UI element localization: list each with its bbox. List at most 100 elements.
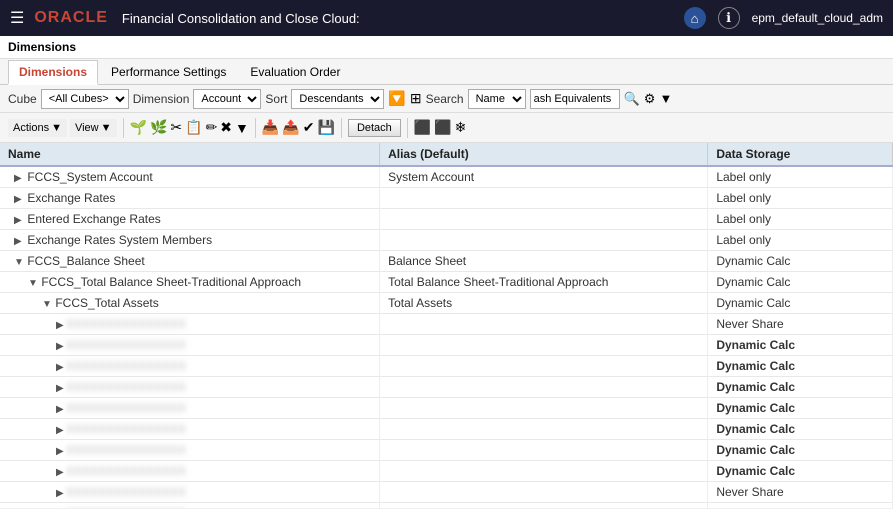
separator1 (123, 118, 124, 138)
cell-alias (380, 230, 708, 251)
tab-performance[interactable]: Performance Settings (100, 60, 237, 83)
cell-alias (380, 398, 708, 419)
cell-name: XXXXXXXXXXXXXXX (0, 377, 380, 398)
tree-arrow[interactable] (42, 299, 52, 310)
cell-alias (380, 503, 708, 509)
tree-arrow[interactable] (56, 446, 66, 457)
col-header-alias: Alias (Default) (380, 143, 708, 166)
info-icon[interactable]: ℹ (718, 7, 740, 29)
table-row[interactable]: Exchange Rates System Members Label only (0, 230, 893, 251)
tree-arrow[interactable] (28, 278, 38, 289)
save-icon[interactable]: 💾 (318, 119, 335, 136)
grid-icon[interactable]: ⊞ (410, 90, 422, 107)
align-center-icon[interactable]: ⬛ (434, 119, 451, 136)
cell-storage: Never Share (708, 503, 893, 509)
actions-btn[interactable]: Actions ▼ (8, 119, 67, 137)
view-btn[interactable]: View ▼ (70, 119, 117, 137)
cell-storage: Dynamic Calc (708, 440, 893, 461)
delete-icon[interactable]: ✖ (220, 119, 232, 136)
header-title: Financial Consolidation and Close Cloud: (122, 11, 674, 26)
cell-alias (380, 440, 708, 461)
cell-name: Exchange Rates System Members (0, 230, 380, 251)
export-icon[interactable]: 📤 (282, 119, 299, 136)
tree-arrow[interactable] (56, 404, 66, 415)
dimensions-section-label: Dimensions (0, 36, 893, 59)
sort-select[interactable]: Descendants (291, 89, 384, 109)
table-row[interactable]: XXXXXXXXXXXXXXXDynamic Calc (0, 356, 893, 377)
more-icon[interactable]: ▼ (235, 120, 249, 136)
table-row[interactable]: XXXXXXXXXXXXXXX Dynamic Calc (0, 440, 893, 461)
tree-arrow[interactable] (14, 173, 24, 184)
cell-name: FCCS_Balance Sheet (0, 251, 380, 272)
table-row[interactable]: XXXXXXXXXXXXXXXDynamic Calc (0, 419, 893, 440)
cell-storage: Dynamic Calc (708, 377, 893, 398)
import-icon[interactable]: 📥 (262, 119, 279, 136)
cube-select[interactable]: <All Cubes> (41, 89, 129, 109)
tree-arrow[interactable] (14, 215, 24, 226)
table-row[interactable]: XXXXXXXXXXXXXXXNever Share (0, 503, 893, 509)
toolbar-actions: Actions ▼ View ▼ 🌱 🌿 ✂ 📋 ✏ ✖ ▼ 📥 📤 ✔ 💾 D… (0, 113, 893, 143)
cell-storage: Dynamic Calc (708, 419, 893, 440)
cell-alias: System Account (380, 166, 708, 188)
table-row[interactable]: XXXXXXXXXXXXXXXNever Share (0, 482, 893, 503)
cell-storage: Never Share (708, 482, 893, 503)
table-row[interactable]: FCCS_Total Balance Sheet-Traditional App… (0, 272, 893, 293)
tree-arrow[interactable] (14, 194, 24, 205)
cell-name: FCCS_Total Balance Sheet-Traditional App… (0, 272, 380, 293)
table-row[interactable]: XXXXXXXXXXXXXXX Dynamic Calc (0, 377, 893, 398)
table-row[interactable]: XXXXXXXXXXXXXXXDynamic Calc (0, 461, 893, 482)
edit-icon[interactable]: ✏ (206, 119, 218, 136)
table-row[interactable]: Entered Exchange RatesLabel only (0, 209, 893, 230)
home-icon[interactable]: ⌂ (684, 7, 706, 29)
cell-storage: Label only (708, 166, 893, 188)
table-row[interactable]: FCCS_Total AssetsTotal AssetsDynamic Cal… (0, 293, 893, 314)
cell-storage: Dynamic Calc (708, 356, 893, 377)
tab-evaluation[interactable]: Evaluation Order (239, 60, 351, 83)
tab-dimensions[interactable]: Dimensions (8, 60, 98, 85)
filter-icon[interactable]: 🔽 (388, 90, 405, 107)
tree-arrow[interactable] (14, 236, 24, 247)
search-type-select[interactable]: Name (468, 89, 526, 109)
validate-icon[interactable]: ✔ (303, 119, 315, 136)
tree-arrow[interactable] (56, 467, 66, 478)
add-sibling-icon[interactable]: 🌿 (150, 119, 167, 136)
cell-name: FCCS_System Account (0, 166, 380, 188)
tree-arrow[interactable] (56, 320, 66, 331)
cell-alias (380, 356, 708, 377)
cut-icon[interactable]: ✂ (170, 119, 182, 136)
tree-arrow[interactable] (56, 488, 66, 499)
search-input[interactable] (530, 89, 620, 109)
menu-icon[interactable]: ☰ (10, 8, 24, 28)
filter2-icon[interactable]: ▼ (659, 91, 672, 106)
col-header-name: Name (0, 143, 380, 166)
tree-arrow[interactable] (56, 383, 66, 394)
copy-icon[interactable]: 📋 (185, 119, 202, 136)
table-row[interactable]: FCCS_System AccountSystem AccountLabel o… (0, 166, 893, 188)
tree-arrow[interactable] (14, 257, 24, 268)
table-row[interactable]: XXXXXXXXXXXXXXXNever Share (0, 314, 893, 335)
cube-label: Cube (8, 92, 37, 106)
table-header: Name Alias (Default) Data Storage (0, 143, 893, 166)
cell-name: XXXXXXXXXXXXXXX (0, 440, 380, 461)
tree-arrow[interactable] (56, 362, 66, 373)
detach-btn[interactable]: Detach (348, 119, 401, 137)
table-row[interactable]: FCCS_Balance SheetBalance SheetDynamic C… (0, 251, 893, 272)
table-row[interactable]: XXXXXXXXXXXXXXXDynamic Calc (0, 398, 893, 419)
cell-storage: Dynamic Calc (708, 272, 893, 293)
header-icons: ⌂ ℹ epm_default_cloud_adm (684, 7, 883, 29)
cell-name: Entered Exchange Rates (0, 209, 380, 230)
cell-storage: Label only (708, 230, 893, 251)
freeze-icon[interactable]: ❄ (455, 119, 467, 136)
settings-icon[interactable]: ⚙ (644, 91, 656, 107)
table-row[interactable]: XXXXXXXXXXXXXXXDynamic Calc (0, 335, 893, 356)
tree-arrow[interactable] (56, 341, 66, 352)
table-row[interactable]: Exchange RatesLabel only (0, 188, 893, 209)
dimension-select[interactable]: Account (193, 89, 261, 109)
search-icon[interactable]: 🔍 (624, 91, 640, 107)
cell-alias (380, 419, 708, 440)
cell-storage: Never Share (708, 314, 893, 335)
tree-arrow[interactable] (56, 425, 66, 436)
add-child-icon[interactable]: 🌱 (130, 119, 147, 136)
align-left-icon[interactable]: ⬛ (414, 119, 431, 136)
cell-name: XXXXXXXXXXXXXXX (0, 461, 380, 482)
